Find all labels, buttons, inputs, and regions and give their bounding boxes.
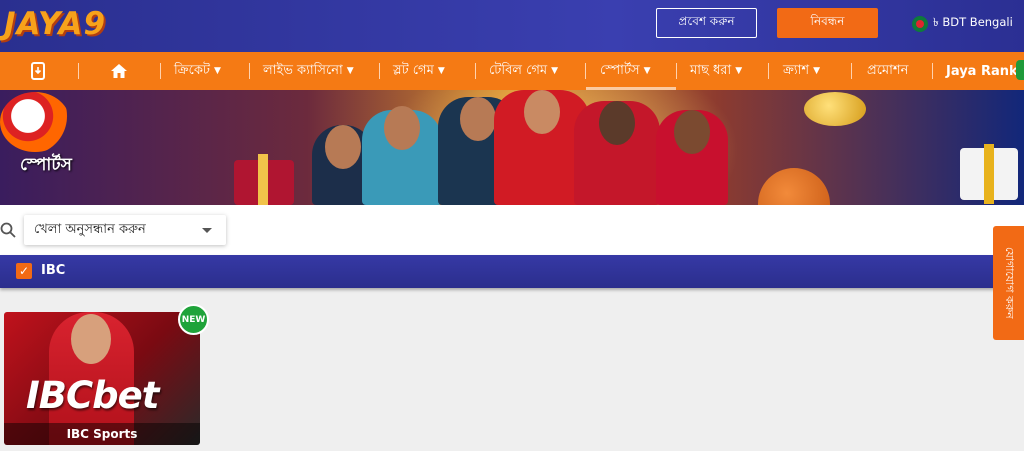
gift-box-icon <box>234 154 294 205</box>
nav-item-slot-games[interactable]: স্লট গেম ▼ <box>393 52 445 90</box>
player-head <box>384 106 420 150</box>
nav-item-sports[interactable]: স্পোর্টস ▼ <box>600 52 651 90</box>
register-button[interactable]: নিবন্ধন <box>777 8 878 38</box>
player-head <box>599 101 635 145</box>
nav-item-cricket[interactable]: ক্রিকেট ▼ <box>174 52 221 90</box>
nav-item-label: স্লট গেম <box>393 62 434 78</box>
banner-player <box>362 106 442 205</box>
player-head <box>674 110 710 154</box>
chevron-down-icon: ▼ <box>813 66 821 76</box>
nav-item-jaya-rank[interactable]: Jaya Rank <box>946 52 1018 90</box>
search-area: খেলা অনুসন্ধান করুন <box>0 205 1024 255</box>
nav-item-label: ক্র্যাশ <box>783 62 810 78</box>
game-card-ibc-sports[interactable]: IBCbet IBC Sports <box>4 312 200 445</box>
nav-item-table-games[interactable]: টেবিল গেম ▼ <box>489 52 558 90</box>
nav-item-label: প্রমোশন <box>867 62 909 78</box>
coin-icon <box>804 92 866 126</box>
currency-language-label: ৳ BDT Bengali <box>933 15 1013 29</box>
player-head <box>524 90 560 134</box>
sports-banner: স্পোর্টস <box>0 90 1024 205</box>
nav-item-label: ক্রিকেট <box>174 62 210 78</box>
login-button[interactable]: প্রবেশ করুন <box>656 8 757 38</box>
nav-item-label: Jaya Rank <box>946 63 1018 79</box>
chevron-down-icon: ▼ <box>735 66 743 76</box>
nav-item-live-casino[interactable]: লাইভ ক্যাসিনো ▼ <box>263 52 354 90</box>
chevron-down-icon: ▼ <box>551 66 559 76</box>
mobile-app-icon[interactable] <box>20 52 56 90</box>
banner-title: স্পোর্টস <box>20 155 72 175</box>
provider-filter-label[interactable]: IBC <box>41 263 65 278</box>
nav-item-label: মাছ ধরা <box>690 62 732 78</box>
gift-box-icon <box>960 144 1018 204</box>
provider-filter-bar: ✓ IBC <box>0 255 1024 288</box>
ibcbet-logo: IBCbet <box>26 374 159 417</box>
home-icon[interactable] <box>110 52 128 90</box>
chevron-down-icon: ▼ <box>346 66 354 76</box>
ibc-checkbox[interactable]: ✓ <box>16 263 32 279</box>
player-head <box>460 97 496 141</box>
nav-divider <box>851 63 852 79</box>
nav-divider <box>585 63 586 79</box>
main-nav: ক্রিকেট ▼ লাইভ ক্যাসিনো ▼ স্লট গেম ▼ টেবিল … <box>0 52 1024 90</box>
nav-item-promotion[interactable]: প্রমোশন <box>867 52 908 90</box>
dropdown-caret-icon <box>202 228 212 233</box>
top-header: JAYA9 প্রবেশ করুন নিবন্ধন ৳ BDT Bengali <box>0 0 1024 52</box>
nav-divider <box>160 63 161 79</box>
search-placeholder: খেলা অনুসন্ধান করুন <box>34 221 146 237</box>
nav-divider <box>676 63 677 79</box>
bangladesh-flag-icon <box>912 15 928 32</box>
nav-item-label: লাইভ ক্যাসিনো <box>263 62 343 78</box>
nav-item-fishing[interactable]: মাছ ধরা ▼ <box>690 52 742 90</box>
game-card-caption: IBC Sports <box>4 423 200 445</box>
search-icon[interactable] <box>0 222 16 242</box>
chevron-down-icon: ▼ <box>643 66 651 76</box>
game-search-select[interactable]: খেলা অনুসন্ধান করুন <box>24 215 226 245</box>
nav-divider <box>768 63 769 79</box>
nav-divider <box>475 63 476 79</box>
nav-divider <box>932 63 933 79</box>
player-face <box>71 314 111 364</box>
chevron-down-icon: ▼ <box>437 66 445 76</box>
nav-divider <box>379 63 380 79</box>
chevron-down-icon: ▼ <box>214 66 221 76</box>
new-badge: NEW <box>178 304 209 335</box>
nav-item-crash[interactable]: ক্র্যাশ ▼ <box>783 52 820 90</box>
fire-football-icon <box>0 92 70 152</box>
nav-item-label: স্পোর্টস <box>600 62 640 78</box>
banner-player <box>574 101 660 205</box>
nav-item-label: টেবিল গেম <box>489 62 548 78</box>
nav-divider <box>249 63 250 79</box>
contact-us-label: যোগাযোগ করুন <box>1003 247 1016 319</box>
contact-us-tab[interactable]: যোগাযোগ করুন <box>993 226 1024 340</box>
nav-divider <box>78 63 79 79</box>
basketball-icon <box>758 168 830 205</box>
player-head <box>325 125 361 169</box>
site-logo[interactable]: JAYA9 <box>4 6 106 42</box>
language-selector[interactable]: ৳ BDT Bengali <box>912 14 1013 33</box>
banner-player <box>656 110 728 205</box>
nav-scroll-indicator[interactable] <box>1016 60 1024 80</box>
